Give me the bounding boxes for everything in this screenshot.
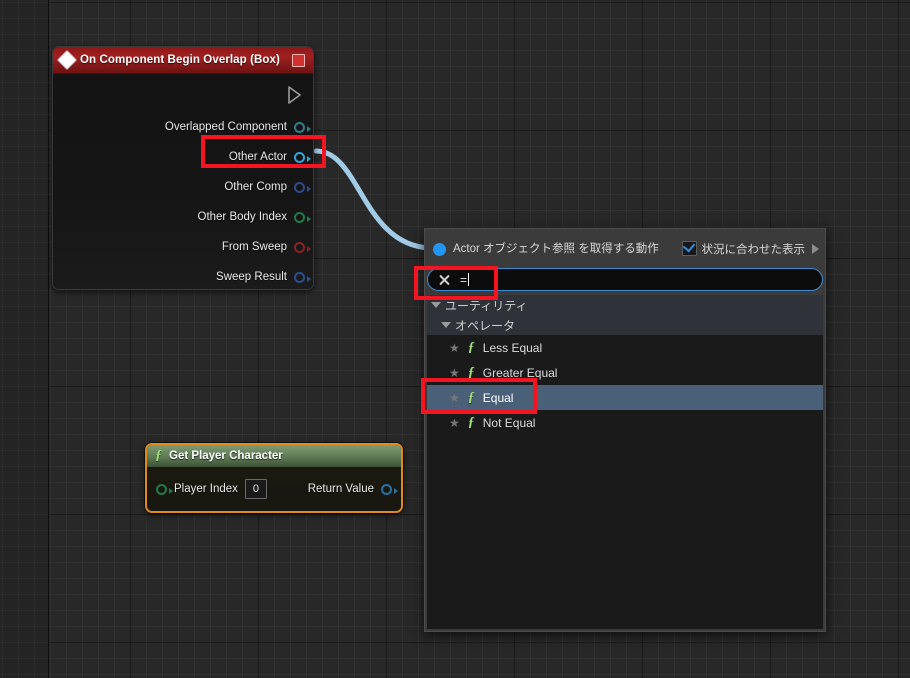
event-node-title: On Component Begin Overlap (Box) [80, 54, 280, 66]
blueprint-graph-canvas[interactable]: On Component Begin Overlap (Box) Overlap… [0, 0, 910, 678]
node-context-menu[interactable]: Actor オブジェクト参照 を取得する動作 状況に合わせた表示 = ユーティリ… [424, 228, 826, 632]
pin-label: Return Value [307, 483, 374, 495]
node-delegate-badge-icon[interactable] [292, 54, 305, 67]
category-utility[interactable]: ユーティリティ [427, 295, 823, 315]
pin-dot-from-sweep[interactable] [294, 241, 311, 253]
chevron-right-icon[interactable] [812, 243, 819, 254]
list-item-label: Not Equal [482, 415, 536, 430]
pin-label: Other Body Index [197, 211, 288, 223]
pin-dot-other-body-index[interactable] [294, 211, 311, 223]
pin-other-actor[interactable]: Other Actor [228, 148, 311, 166]
list-item-equal[interactable]: ★ ƒ Equal [427, 385, 823, 410]
graph-left-margin-strip [0, 0, 49, 678]
function-node-title: Get Player Character [169, 450, 283, 462]
search-input[interactable]: = [460, 272, 470, 287]
list-item-not-equal[interactable]: ★ ƒ Not Equal [427, 410, 823, 435]
function-node-body: Player Index 0 Return Value [147, 467, 401, 511]
clear-x-icon[interactable] [438, 273, 451, 286]
star-icon[interactable]: ★ [449, 342, 460, 354]
pin-label: From Sweep [221, 241, 287, 253]
event-node-header[interactable]: On Component Begin Overlap (Box) [53, 47, 313, 74]
node-on-component-begin-overlap[interactable]: On Component Begin Overlap (Box) Overlap… [52, 46, 314, 290]
function-f-icon: ƒ [467, 414, 475, 430]
pin-dot-overlapped-component[interactable] [294, 121, 311, 133]
context-sensitive-checkbox[interactable] [681, 239, 697, 256]
context-menu-search-row[interactable]: = [425, 268, 825, 295]
function-node-header[interactable]: ƒ Get Player Character [147, 445, 401, 467]
list-item-less-equal[interactable]: ★ ƒ Less Equal [427, 335, 823, 360]
chevron-down-icon[interactable] [441, 322, 451, 328]
pin-dot-player-index[interactable] [156, 483, 173, 495]
pin-player-index[interactable]: Player Index 0 [156, 479, 267, 499]
pin-dot-other-comp[interactable] [294, 181, 311, 193]
chevron-down-icon[interactable] [431, 302, 441, 308]
context-menu-title: Actor オブジェクト参照 を取得する動作 [453, 242, 659, 255]
check-tick-icon [682, 239, 695, 253]
star-icon[interactable]: ★ [449, 367, 460, 379]
context-sensitive-toggle[interactable]: 状況に合わせた表示 [681, 239, 819, 257]
category-operator[interactable]: オペレータ [427, 315, 823, 335]
context-menu-action-list[interactable]: ユーティリティ オペレータ ★ ƒ Less Equal ★ ƒ Greater… [427, 295, 823, 629]
pin-label: Overlapped Component [164, 121, 287, 133]
list-item-greater-equal[interactable]: ★ ƒ Greater Equal [427, 360, 823, 385]
search-input-value: = [460, 272, 468, 287]
event-diamond-icon [57, 50, 77, 70]
function-f-icon: ƒ [155, 448, 162, 463]
function-f-icon: ƒ [467, 339, 475, 355]
pin-sweep-result[interactable]: Sweep Result [216, 268, 311, 286]
star-icon[interactable]: ★ [449, 417, 460, 429]
list-item-label: Greater Equal [482, 365, 558, 380]
pin-label: Player Index [174, 483, 238, 495]
node-get-player-character[interactable]: ƒ Get Player Character Player Index 0 Re… [145, 443, 403, 513]
search-field[interactable]: = [427, 268, 823, 291]
pin-from-sweep[interactable]: From Sweep [221, 238, 311, 256]
blue-dot-icon [433, 243, 446, 256]
pin-overlapped-component[interactable]: Overlapped Component [164, 118, 311, 136]
context-sensitive-label: 状況に合わせた表示 [701, 243, 806, 256]
event-node-body: Overlapped Component Other Actor Other C… [53, 74, 313, 289]
pin-return-value[interactable]: Return Value [307, 483, 398, 495]
function-f-icon: ƒ [467, 364, 475, 380]
pin-dot-return-value[interactable] [381, 483, 398, 495]
category-label: オペレータ [455, 318, 516, 333]
pin-dot-other-actor[interactable] [294, 151, 311, 163]
context-menu-header: Actor オブジェクト参照 を取得する動作 状況に合わせた表示 [425, 229, 825, 268]
pin-label: Other Actor [228, 151, 287, 163]
exec-pin-icon[interactable] [285, 84, 307, 106]
category-label: ユーティリティ [445, 298, 528, 313]
function-f-icon: ƒ [467, 389, 475, 405]
pin-label: Other Comp [224, 181, 287, 193]
list-item-label: Equal [482, 390, 514, 405]
pin-dot-sweep-result[interactable] [294, 271, 311, 283]
list-item-label: Less Equal [482, 340, 543, 355]
pin-label: Sweep Result [216, 271, 287, 283]
player-index-input[interactable]: 0 [244, 479, 267, 499]
pin-other-comp[interactable]: Other Comp [224, 178, 311, 196]
pin-other-body-index[interactable]: Other Body Index [197, 208, 311, 226]
text-caret [468, 272, 470, 286]
star-icon[interactable]: ★ [449, 392, 460, 404]
